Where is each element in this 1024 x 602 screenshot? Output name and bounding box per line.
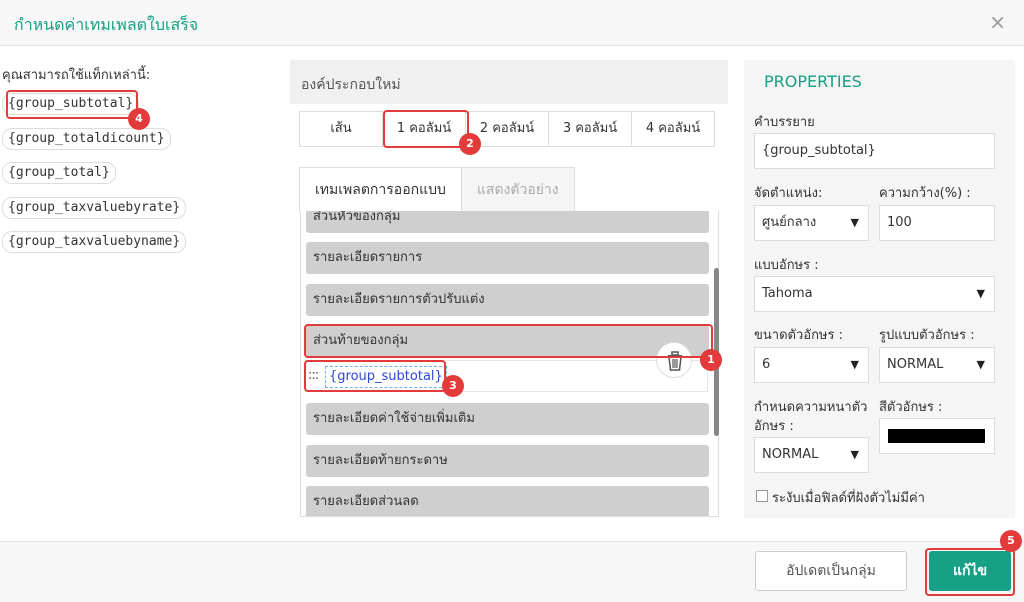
- color-swatch[interactable]: [888, 429, 985, 443]
- font-select[interactable]: Tahoma ▼: [754, 276, 995, 312]
- description-label: คำบรรยาย: [754, 115, 815, 130]
- close-icon[interactable]: ×: [989, 10, 1006, 34]
- section-row[interactable]: รายละเอียดส่วนลด: [306, 486, 709, 516]
- section-row[interactable]: ส่วนหัวของกลุ่ม: [306, 211, 709, 233]
- new-components-title: องค์ประกอบใหม่: [301, 77, 401, 93]
- tag-item[interactable]: {group_totaldicount}: [2, 128, 171, 150]
- annotation-badge: 1: [700, 349, 722, 371]
- tab-3-column[interactable]: 3 คอลัมน์: [548, 111, 632, 147]
- font-label: แบบอักษร :: [754, 258, 819, 273]
- section-row[interactable]: รายละเอียดรายการตัวปรับแต่ง: [306, 284, 709, 316]
- tag-hint: คุณสามารถใช้แท็กเหล่านี้:: [2, 68, 151, 83]
- section-row[interactable]: รายละเอียดท้ายกระดาษ: [306, 445, 709, 477]
- tab-line[interactable]: เส้น: [299, 111, 383, 147]
- size-select[interactable]: 6 ▼: [754, 347, 869, 383]
- tab-design-template[interactable]: เทมเพลตการออกแบบ: [299, 167, 462, 212]
- annotation-badge: 5: [1000, 530, 1022, 552]
- annotation-badge: 4: [128, 108, 150, 130]
- size-value: 6: [762, 357, 771, 372]
- align-label: จัดตำแหน่ง:: [754, 186, 823, 201]
- annotation-box: [6, 90, 138, 119]
- width-input[interactable]: 100: [879, 205, 995, 241]
- description-input[interactable]: {group_subtotal}: [754, 133, 995, 169]
- weight-select[interactable]: NORMAL ▼: [754, 437, 869, 473]
- tag-item[interactable]: {group_total}: [2, 162, 116, 184]
- style-label: รูปแบบตัวอักษร :: [879, 328, 975, 343]
- chevron-down-icon: ▼: [850, 448, 859, 461]
- chevron-down-icon: ▼: [976, 358, 985, 371]
- weight-value: NORMAL: [762, 447, 819, 462]
- properties-title: PROPERTIES: [764, 72, 862, 91]
- style-select[interactable]: NORMAL ▼: [879, 347, 995, 383]
- annotation-badge: 2: [459, 133, 481, 155]
- design-tabs: เทมเพลตการออกแบบ แสดงตัวอย่าง: [299, 167, 575, 212]
- dialog-header: กำหนดค่าเทมเพลตใบเสร็จ ×: [0, 0, 1024, 46]
- tag-item[interactable]: {group_taxvaluebyrate}: [2, 197, 187, 219]
- new-components-header: องค์ประกอบใหม่: [290, 60, 728, 104]
- update-group-button[interactable]: อัปเดตเป็นกลุ่ม: [755, 551, 907, 591]
- tab-4-column[interactable]: 4 คอลัมน์: [631, 111, 715, 147]
- chevron-down-icon: ▼: [850, 216, 859, 229]
- annotation-box: [304, 360, 446, 392]
- style-value: NORMAL: [887, 357, 944, 372]
- align-select[interactable]: ศูนย์กลาง ▼: [754, 205, 869, 241]
- annotation-box: [925, 548, 1015, 596]
- annotation-badge: 3: [442, 375, 464, 397]
- chevron-down-icon: ▼: [850, 358, 859, 371]
- tag-item[interactable]: {group_taxvaluebyname}: [2, 231, 187, 253]
- align-value: ศูนย์กลาง: [762, 215, 817, 230]
- annotation-box: [304, 324, 713, 358]
- column-tabs: เส้น 1 คอลัมน์ 2 คอลัมน์ 3 คอลัมน์ 4 คอล…: [299, 111, 715, 147]
- hide-empty-checkbox[interactable]: [756, 490, 768, 502]
- dialog-title: กำหนดค่าเทมเพลตใบเสร็จ: [14, 15, 199, 34]
- width-label: ความกว้าง(%) :: [879, 186, 971, 201]
- color-label: สีตัวอักษร :: [879, 400, 943, 415]
- tab-preview[interactable]: แสดงตัวอย่าง: [460, 167, 575, 212]
- weight-label: กำหนดความหนาตัว: [754, 400, 868, 415]
- section-row[interactable]: รายละเอียดค่าใช้จ่ายเพิ่มเติม: [306, 403, 709, 435]
- chevron-down-icon: ▼: [976, 287, 985, 300]
- weight-label-2: อักษร :: [754, 419, 794, 434]
- section-row[interactable]: รายละเอียดรายการ: [306, 242, 709, 274]
- annotation-box: [383, 110, 469, 148]
- font-value: Tahoma: [762, 286, 813, 301]
- hide-empty-label: ระงับเมื่อฟิลด์ที่ฝังตัวไม่มีค่า: [772, 491, 925, 506]
- size-label: ขนาดตัวอักษร :: [754, 328, 844, 343]
